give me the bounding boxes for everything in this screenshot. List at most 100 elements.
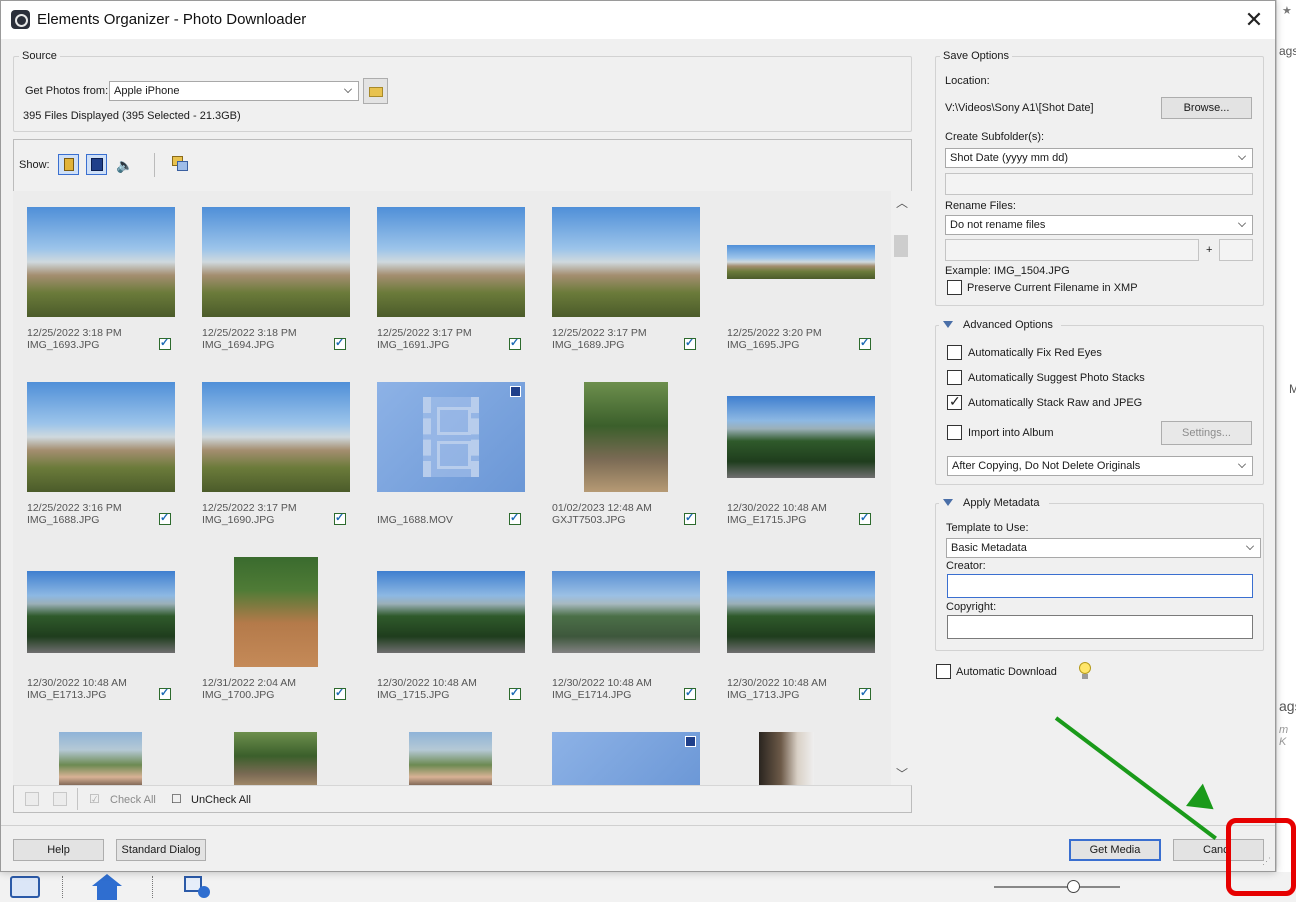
uncheck-all-button[interactable]: UnCheck All: [191, 794, 251, 806]
lightbulb-icon[interactable]: [1077, 661, 1093, 681]
browse-location-button[interactable]: Browse...: [1161, 97, 1252, 119]
thumbnail-item[interactable]: 12/30/2022 10:48 AM IMG_E1714.JPG: [538, 541, 713, 716]
thumbnail-checkbox[interactable]: [859, 336, 871, 350]
thumbnail-checkbox[interactable]: [684, 511, 696, 525]
after-copying-select[interactable]: After Copying, Do Not Delete Originals: [947, 456, 1253, 476]
thumbnail-item[interactable]: 12/25/2022 3:16 PM IMG_1688.JPG: [13, 366, 188, 541]
thumbnail-image[interactable]: [727, 571, 875, 653]
home-icon[interactable]: [92, 874, 122, 900]
scroll-down-icon[interactable]: ﹀: [896, 768, 908, 780]
rename-files-select[interactable]: Do not rename files: [945, 215, 1253, 235]
thumbnail-checkbox[interactable]: [159, 336, 171, 350]
zoom-slider-handle[interactable]: [1067, 880, 1080, 893]
thumbnail-image[interactable]: [234, 732, 317, 785]
thumbnail-item[interactable]: 12/31/2022 2:04 AM IMG_1700.JPG: [188, 541, 363, 716]
thumbnail-checkbox[interactable]: [509, 686, 521, 700]
thumbnail-checkbox[interactable]: [334, 336, 346, 350]
thumbnail-checkbox[interactable]: [334, 686, 346, 700]
thumbnail-item[interactable]: 12/30/2022 10:48 AM IMG_E1713.JPG: [13, 541, 188, 716]
device-select[interactable]: Apple iPhone: [109, 81, 359, 101]
show-photos-toggle[interactable]: [58, 154, 79, 175]
thumbnail-checkbox[interactable]: [509, 336, 521, 350]
thumbnail-image[interactable]: [759, 732, 814, 785]
thumbnail-image[interactable]: [377, 571, 525, 653]
standard-dialog-button[interactable]: Standard Dialog: [116, 839, 206, 861]
scrollbar-thumb[interactable]: [894, 235, 908, 257]
import-icon[interactable]: [184, 876, 214, 900]
thumbnail-checkbox[interactable]: [684, 336, 696, 350]
thumbnail-checkbox[interactable]: [859, 686, 871, 700]
collapse-triangle-icon[interactable]: [943, 499, 953, 506]
folder-icon: [369, 87, 383, 97]
thumbnail-image[interactable]: [27, 382, 175, 492]
template-select[interactable]: Basic Metadata: [946, 538, 1261, 558]
thumbnail-item[interactable]: 12/25/2022 3:17 PM IMG_1691.JPG: [363, 191, 538, 366]
thumbnail-item[interactable]: 12/30/2022 10:48 AM IMG_1713.JPG: [713, 541, 888, 716]
suggest-stacks-checkbox[interactable]: [947, 370, 962, 385]
thumbnail-image[interactable]: [27, 207, 175, 317]
thumbnail-image[interactable]: [552, 571, 700, 653]
preserve-filename-checkbox[interactable]: [947, 280, 962, 295]
thumbnail-image[interactable]: [377, 207, 525, 317]
thumbnail-item[interactable]: 12/25/2022 3:17 PM IMG_1689.JPG: [538, 191, 713, 366]
thumbnail-checkbox[interactable]: [509, 511, 521, 525]
thumbnail-item[interactable]: 12/25/2022 3:17 PM IMG_1690.JPG: [188, 366, 363, 541]
thumbnail-scrollbar[interactable]: [891, 191, 911, 785]
rename-number-field[interactable]: [1219, 239, 1253, 261]
automatic-download-checkbox[interactable]: [936, 664, 951, 679]
thumbnail-image[interactable]: [234, 557, 318, 667]
settings-button[interactable]: Settings...: [1161, 421, 1252, 445]
thumbnail-image[interactable]: [584, 382, 668, 492]
show-audio-toggle[interactable]: 🔈: [116, 157, 134, 173]
rotate-left-icon[interactable]: [25, 792, 39, 806]
thumbnail-item[interactable]: 01/02/2023 12:48 AM GXJT7503.JPG: [538, 366, 713, 541]
thumbnail-filename: IMG_1690.JPG: [202, 514, 275, 526]
thumbnail-checkbox[interactable]: [159, 686, 171, 700]
creator-input[interactable]: [947, 574, 1253, 598]
advanced-options-header[interactable]: Advanced Options: [939, 319, 1061, 333]
scroll-up-icon[interactable]: ︿: [896, 197, 908, 209]
thumbnail-checkbox[interactable]: [684, 686, 696, 700]
close-icon[interactable]: ✕: [1241, 7, 1267, 33]
fix-red-eyes-checkbox[interactable]: [947, 345, 962, 360]
rotate-right-icon[interactable]: [53, 792, 67, 806]
show-videos-toggle[interactable]: [86, 154, 107, 175]
collapse-triangle-icon[interactable]: [943, 321, 953, 328]
zoom-slider-track[interactable]: [994, 886, 1120, 888]
thumbnail-image[interactable]: [202, 207, 350, 317]
thumbnail-item[interactable]: 12/25/2022 3:18 PM IMG_1694.JPG: [188, 191, 363, 366]
copyright-input[interactable]: [947, 615, 1253, 639]
video-thumbnail[interactable]: [377, 382, 525, 492]
thumbnail-image[interactable]: [59, 732, 142, 785]
preserve-filename-label: Preserve Current Filename in XMP: [967, 282, 1138, 294]
apply-metadata-header[interactable]: Apply Metadata: [939, 497, 1049, 511]
thumbnail-checkbox[interactable]: [159, 511, 171, 525]
thumbnail-image[interactable]: [202, 382, 350, 492]
rename-prefix-field[interactable]: [945, 239, 1199, 261]
thumbnail-item[interactable]: IMG_1688.MOV: [363, 366, 538, 541]
subfolder-select[interactable]: Shot Date (yyyy mm dd): [945, 148, 1253, 168]
thumbnail-item[interactable]: 12/30/2022 10:48 AM IMG_E1715.JPG: [713, 366, 888, 541]
thumbnail-date: 12/30/2022 10:48 AM: [27, 677, 127, 689]
check-all-button[interactable]: Check All: [110, 794, 156, 806]
background-right-panel: ags M ags m K ★: [1276, 0, 1296, 902]
thumbnail-image[interactable]: [727, 245, 875, 279]
thumbnail-item[interactable]: 12/25/2022 3:18 PM IMG_1693.JPG: [13, 191, 188, 366]
import-into-album-checkbox[interactable]: [947, 425, 962, 440]
browse-source-button[interactable]: [363, 78, 388, 104]
thumbnail-item[interactable]: 12/25/2022 3:20 PM IMG_1695.JPG: [713, 191, 888, 366]
thumbnail-item[interactable]: 12/30/2022 10:48 AM IMG_1715.JPG: [363, 541, 538, 716]
thumbnail-image[interactable]: [27, 571, 175, 653]
help-button[interactable]: Help: [13, 839, 104, 861]
thumbnail-image[interactable]: [409, 732, 492, 785]
video-thumbnail[interactable]: [552, 732, 700, 785]
stack-raw-jpeg-checkbox[interactable]: [947, 393, 962, 410]
thumbnail-checkbox[interactable]: [334, 511, 346, 525]
custom-subfolder-field[interactable]: [945, 173, 1253, 195]
thumbnail-image[interactable]: [552, 207, 700, 317]
thumbnail-image[interactable]: [727, 396, 875, 478]
show-duplicates-toggle[interactable]: [172, 156, 190, 174]
get-media-button[interactable]: Get Media: [1069, 839, 1161, 861]
thumbnail-checkbox[interactable]: [859, 511, 871, 525]
media-browser-icon[interactable]: [10, 876, 40, 898]
